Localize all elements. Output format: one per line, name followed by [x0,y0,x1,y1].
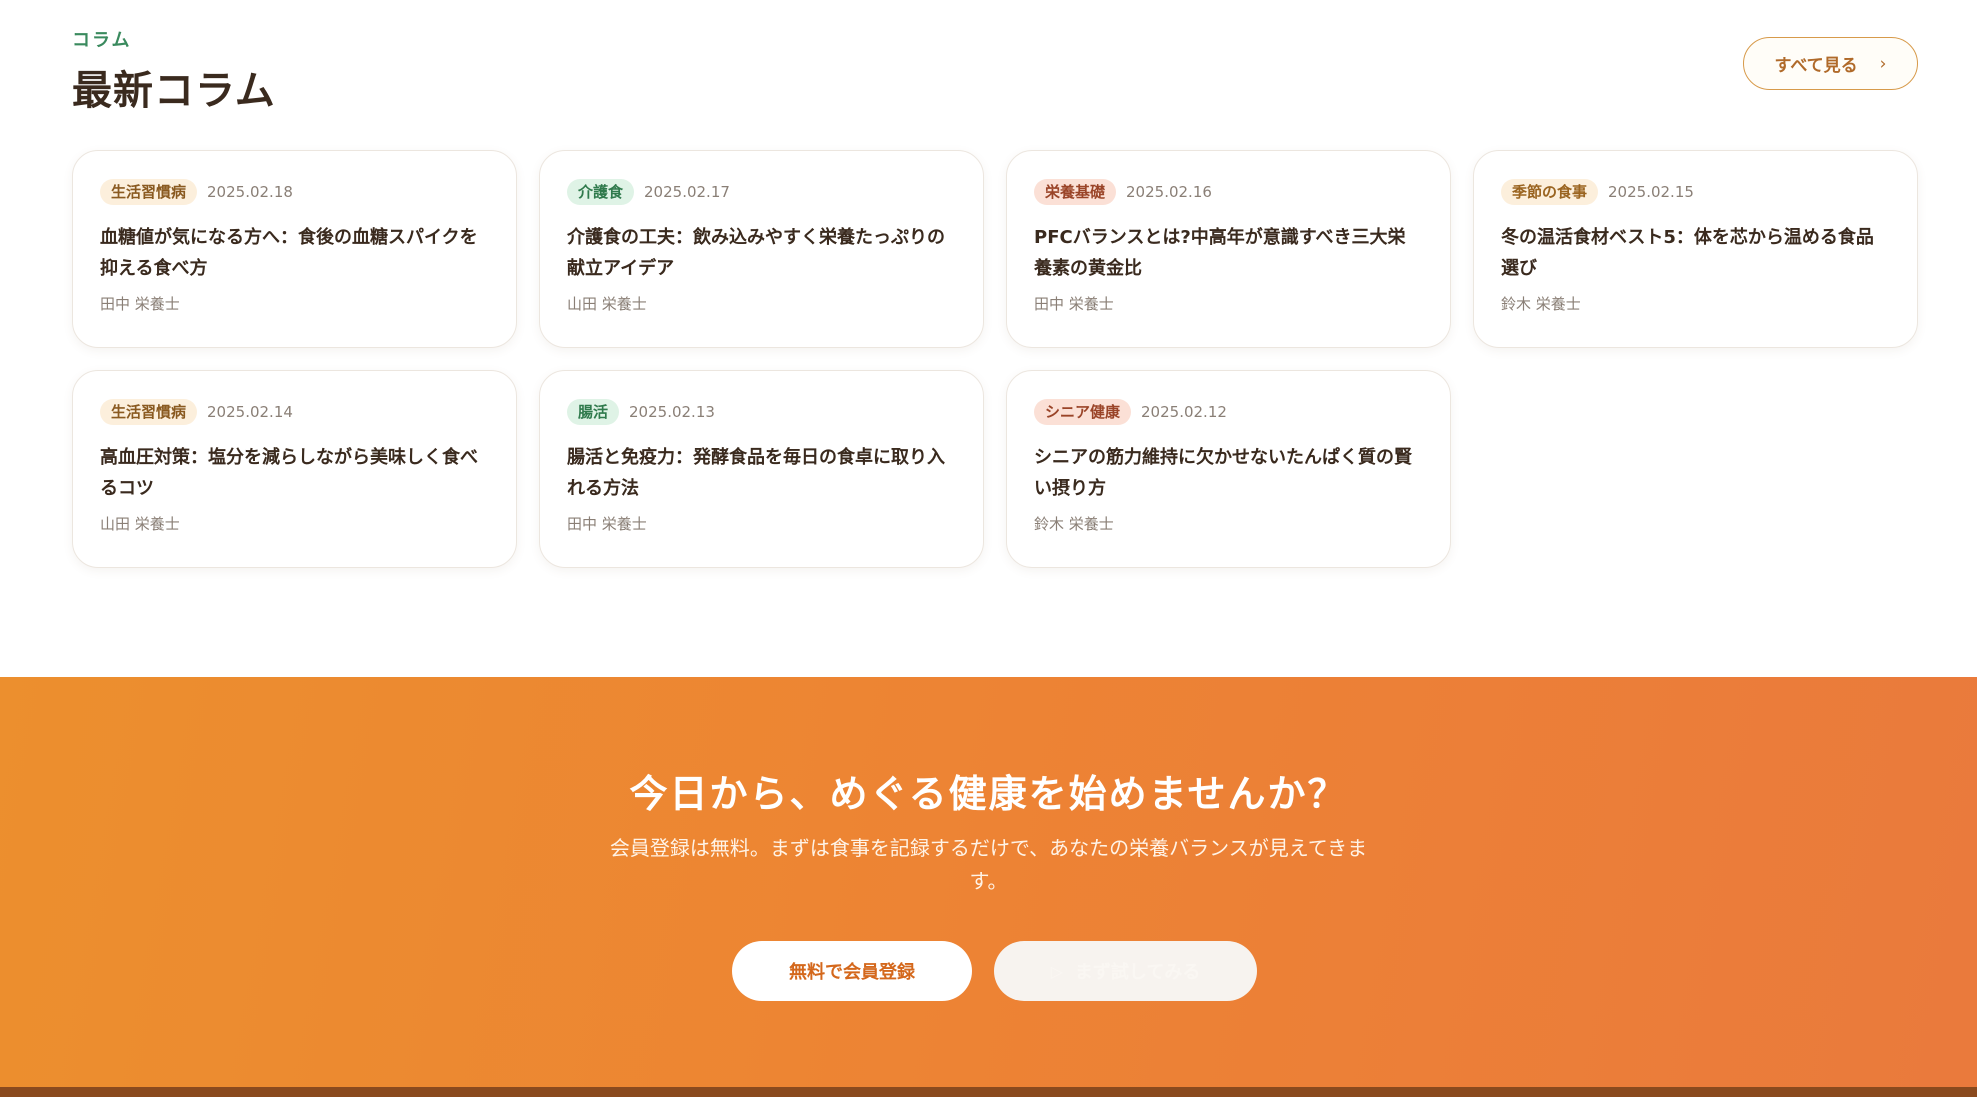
column-card[interactable]: 生活習慣病 2025.02.18 血糖値が気になる方へ：食後の血糖スパイクを抑え… [72,150,517,348]
post-date: 2025.02.13 [629,403,715,421]
column-author: 山田 栄養士 [567,295,647,313]
post-date: 2025.02.18 [207,183,293,201]
column-card[interactable]: 介護食 2025.02.17 介護食の工夫：飲み込みやすく栄養たっぷりの献立アイ… [539,150,984,348]
column-author: 田中 栄養士 [1034,295,1114,313]
column-title: 血糖値が気になる方へ：食後の血糖スパイクを抑える食べ方 [100,227,478,279]
column-author: 鈴木 栄養士 [1034,515,1114,533]
column-title: 腸活と免疫力：発酵食品を毎日の食卓に取り入れる方法 [567,447,945,499]
see-all-label: すべて見る [1774,56,1858,76]
column-title: 冬の温活食材ベスト5：体を芯から温める食品選び [1501,227,1874,279]
category-tag: 生活習慣病 [100,399,198,425]
column-card[interactable]: 季節の食事 2025.02.15 冬の温活食材ベスト5：体を芯から温める食品選び… [1473,150,1918,348]
post-date: 2025.02.16 [1126,183,1212,201]
column-card[interactable]: 腸活 2025.02.13 腸活と免疫力：発酵食品を毎日の食卓に取り入れる方法 … [539,370,984,568]
category-tag: シニア健康 [1034,399,1132,425]
column-author: 山田 栄養士 [100,515,180,533]
columns-section: コラム 最新コラム すべて見る › 生活習慣病 2025.02.18 血糖値が気… [0,0,1977,677]
post-date: 2025.02.14 [207,403,293,421]
column-card[interactable]: 栄養基礎 2025.02.16 PFCバランスとは?中高年が意識すべき三大栄養素… [1006,150,1451,348]
column-title: シニアの筋力維持に欠かせないたんぱく質の賢い摂り方 [1034,447,1412,499]
post-date: 2025.02.12 [1141,403,1227,421]
cta-title: 今日から、めぐる健康を始めませんか？ [629,772,1348,816]
column-title: 介護食の工夫：飲み込みやすく栄養たっぷりの献立アイデア [567,227,945,279]
signup-cta-banner: 今日から、めぐる健康を始めませんか？ 会員登録は無料。まずは食事を記録するだけで… [0,677,1977,1087]
try-it-button[interactable]: ▷ まず試してみる [994,941,1257,1001]
cta-description: 会員登録は無料。まずは食事を記録するだけで、あなたの栄養バランスが見えてきます。 [609,836,1368,893]
column-title: 高血圧対策：塩分を減らしながら美味しく食べるコツ [100,447,478,499]
category-tag: 季節の食事 [1501,179,1599,205]
section-title: 最新コラム [72,68,276,114]
post-date: 2025.02.15 [1608,183,1694,201]
section-eyebrow: コラム [72,30,132,51]
category-tag: 生活習慣病 [100,179,198,205]
play-icon: ▷ [1050,961,1063,981]
column-author: 鈴木 栄養士 [1501,295,1581,313]
column-title: PFCバランスとは?中高年が意識すべき三大栄養素の黄金比 [1034,227,1406,279]
category-tag: 栄養基礎 [1034,179,1117,205]
free-signup-label: 無料で会員登録 [789,962,915,983]
footer-top-edge [0,1087,1977,1097]
see-all-button[interactable]: すべて見る › [1743,37,1918,90]
column-author: 田中 栄養士 [100,295,180,313]
column-author: 田中 栄養士 [567,515,647,533]
try-it-label: まず試してみる [1074,962,1201,983]
free-signup-button[interactable]: 無料で会員登録 [732,941,972,1001]
column-card[interactable]: シニア健康 2025.02.12 シニアの筋力維持に欠かせないたんぱく質の賢い摂… [1006,370,1451,568]
category-tag: 腸活 [567,399,620,425]
column-card[interactable]: 生活習慣病 2025.02.14 高血圧対策：塩分を減らしながら美味しく食べるコ… [72,370,517,568]
chevron-right-icon: › [1879,53,1887,74]
category-tag: 介護食 [567,179,635,205]
post-date: 2025.02.17 [644,183,730,201]
